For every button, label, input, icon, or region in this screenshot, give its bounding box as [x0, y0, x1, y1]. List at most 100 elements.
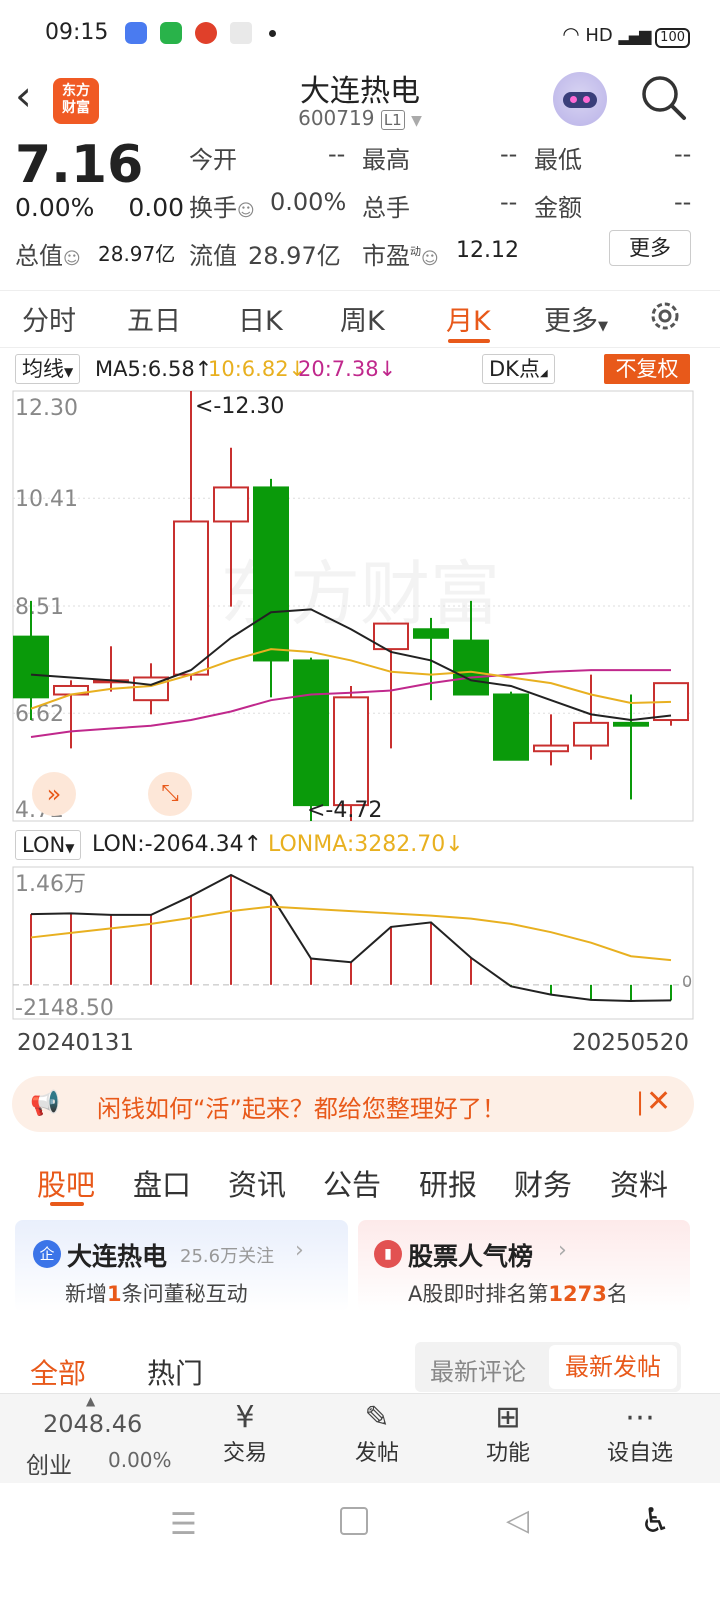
adjust-type-button[interactable]: 不复权 — [604, 354, 690, 384]
tab-research[interactable]: 研报 — [419, 1162, 477, 1204]
dk-point-button[interactable]: DK点◢ — [482, 354, 555, 384]
megaphone-icon: 📢 — [30, 1089, 60, 1117]
robot-assistant-icon[interactable] — [553, 72, 607, 126]
lon-chart[interactable]: 0 1.46万 -2148.50 — [0, 864, 720, 1024]
high-value: -- — [500, 140, 518, 168]
period-tabs: 分时 五日 日K 周K 月K 更多▼ — [0, 290, 720, 348]
wifi-icon: ◠ — [562, 22, 580, 46]
tab-news[interactable]: 资讯 — [228, 1162, 286, 1204]
banner-text: 闲钱如何“活”起来？都给您整理好了！ — [97, 1095, 506, 1123]
add-watchlist-button[interactable]: ⋯ 设自选 — [598, 1400, 682, 1467]
active-tab-indicator — [448, 339, 490, 343]
info-icon[interactable]: ☺ — [237, 201, 255, 221]
menu-icon[interactable]: ☰ — [170, 1507, 197, 1542]
app-notification-icon — [195, 22, 218, 44]
promo-banner[interactable]: 📢 闲钱如何“活”起来？都给您整理好了！ | ✕ — [12, 1076, 694, 1132]
index-name: 创业 — [26, 1453, 72, 1479]
status-right: ◠ HD ▂▄▆ 100 — [562, 22, 690, 48]
banner-divider: | — [636, 1088, 645, 1116]
network-type: HD — [585, 25, 613, 46]
close-icon[interactable]: ✕ — [646, 1084, 671, 1119]
app-notification-icon — [125, 22, 147, 44]
y-tick-label: 8.51 — [15, 595, 64, 620]
app-notification-icon — [230, 22, 253, 44]
bottom-nav: ▲ 2048.46 创业 0.00% ¥ 交易 ✎ 发帖 ⊞ 功能 ⋯ 设自选 — [0, 1393, 720, 1484]
info-icon[interactable]: ☺ — [63, 249, 81, 269]
turnover-value: 0.00% — [270, 188, 347, 216]
tab-daily-k[interactable]: 日K — [238, 299, 283, 338]
more-quote-button[interactable]: 更多 — [609, 230, 691, 266]
open-label: 今开 — [189, 146, 237, 174]
min-price-label: <-4.72 — [307, 798, 382, 823]
ma5-value: MA5:6.58↑ — [95, 357, 213, 381]
info-icon[interactable]: ☺ — [421, 249, 439, 269]
change-percent: 0.00% — [15, 193, 95, 222]
high-label: 最高 — [362, 146, 410, 174]
tab-intraday[interactable]: 分时 — [22, 299, 76, 338]
y-tick-label: -2148.50 — [15, 996, 114, 1021]
content-tabs: 股吧 盘口 资讯 公告 研报 财务 资料 — [0, 1148, 720, 1208]
candle-body — [253, 486, 289, 662]
lon-value: LON:-2064.34↑ — [92, 832, 263, 857]
battery-icon: 100 — [655, 28, 690, 48]
corner-icon: ◢ — [539, 368, 548, 379]
stock-name: 大连热电 — [300, 74, 420, 109]
search-icon[interactable] — [640, 74, 688, 130]
candle-body — [333, 696, 369, 807]
fullscreen-icon[interactable]: ⤡ — [148, 772, 192, 816]
chevron-down-icon: ▼ — [411, 113, 422, 129]
indicator-selector[interactable]: 均线▼ — [15, 354, 81, 384]
candle-body — [533, 744, 569, 753]
tab-weekly-k[interactable]: 周K — [340, 299, 385, 338]
tab-forum[interactable]: 股吧 — [37, 1162, 95, 1204]
yuan-circle-icon: ¥ — [235, 1400, 255, 1435]
chart-start-date: 20240131 — [17, 1030, 135, 1056]
tab-monthly-k[interactable]: 月K — [446, 299, 491, 338]
tab-announcements[interactable]: 公告 — [323, 1162, 381, 1204]
mcap-value: 28.97亿 — [98, 242, 176, 266]
chart-settings-gear-icon[interactable] — [646, 297, 684, 342]
tab-financials[interactable]: 财务 — [514, 1162, 572, 1204]
candle-body — [413, 628, 449, 639]
card-subtitle: 新增1条问董秘互动 — [65, 1282, 248, 1306]
dropdown-icon: ▼ — [65, 841, 75, 855]
accessibility-icon[interactable]: ♿ — [640, 1501, 670, 1541]
float-value: 28.97亿 — [248, 242, 341, 270]
candle-body — [13, 635, 49, 699]
ranking-icon: ▮ — [374, 1240, 402, 1268]
trade-button[interactable]: ¥ 交易 — [205, 1400, 285, 1467]
back-icon[interactable]: ◁ — [506, 1503, 529, 1538]
popularity-rank: A股即时排名第1273名 — [408, 1282, 628, 1306]
follower-count: 25.6万关注 — [180, 1246, 275, 1267]
more-notifications-dot — [269, 29, 277, 37]
post-button[interactable]: ✎ 发帖 — [337, 1400, 417, 1467]
sort-latest-comment[interactable]: 最新评论 — [430, 1352, 526, 1387]
y-tick-label: 10.41 — [15, 487, 78, 512]
last-price: 7.16 — [15, 135, 144, 195]
y-tick-label: 12.30 — [15, 396, 78, 421]
stock-code-row[interactable]: 600719 L1 ▼ — [0, 106, 720, 130]
index-change: 0.00% — [108, 1448, 172, 1472]
feed-tab-all[interactable]: 全部 — [30, 1352, 86, 1392]
lon-selector[interactable]: LON▼ — [15, 830, 82, 860]
functions-button[interactable]: ⊞ 功能 — [468, 1400, 548, 1467]
sort-latest-post[interactable]: 最新发帖 — [549, 1345, 677, 1389]
candlestick-chart[interactable]: 东方财富12.3010.418.516.624.72<-12.30<-4.72 — [0, 388, 720, 828]
tab-more[interactable]: 更多▼ — [544, 299, 608, 338]
index-quote[interactable]: ▲ 2048.46 创业 0.00% — [0, 1394, 180, 1484]
popularity-title: 股票人气榜 — [408, 1242, 534, 1271]
forum-card[interactable]: 企 大连热电 25.6万关注 › 新增1条问董秘互动 — [15, 1220, 348, 1312]
feed-tab-hot[interactable]: 热门 — [147, 1352, 203, 1392]
low-value: -- — [674, 140, 692, 168]
tab-five-day[interactable]: 五日 — [127, 299, 181, 338]
tab-profile[interactable]: 资料 — [610, 1162, 668, 1204]
max-price-label: <-12.30 — [195, 394, 284, 419]
status-time: 09:15 — [45, 20, 109, 45]
popularity-card[interactable]: ▮ 股票人气榜 › A股即时排名第1273名 — [358, 1220, 690, 1312]
home-icon[interactable] — [340, 1507, 368, 1535]
expand-left-icon[interactable]: » — [32, 772, 76, 816]
tab-orderbook[interactable]: 盘口 — [133, 1162, 191, 1204]
mcap-label: 总值☺ — [15, 242, 81, 270]
dropdown-icon: ▼ — [64, 365, 74, 379]
open-value: -- — [328, 140, 346, 168]
